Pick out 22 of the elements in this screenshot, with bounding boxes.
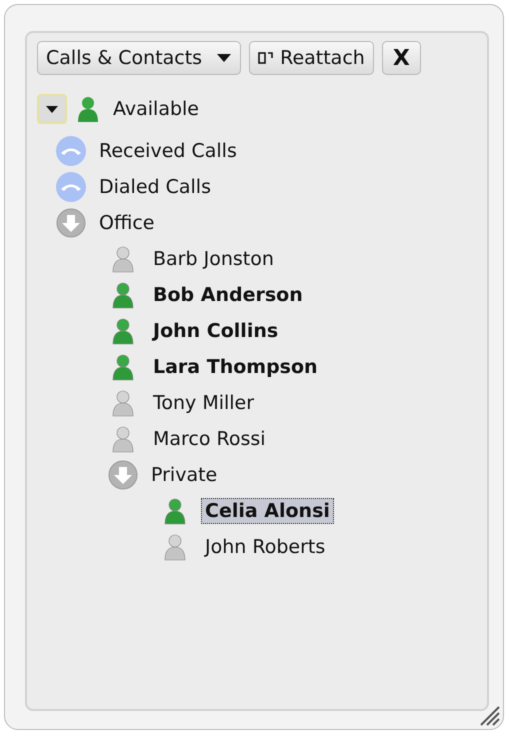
phone-icon [55, 136, 87, 166]
status-dropdown[interactable] [37, 94, 67, 124]
view-dropdown[interactable]: Calls & Contacts [37, 41, 242, 75]
tree-item[interactable]: John Roberts [201, 534, 330, 560]
caret-icon [45, 104, 59, 114]
tree-item[interactable]: Private [147, 462, 222, 488]
tree-item[interactable]: John Collins [149, 318, 282, 344]
tree-item[interactable]: Lara Thompson [149, 354, 322, 380]
tree-item[interactable]: Celia Alonsi [201, 498, 334, 524]
reattach-icon [258, 51, 274, 65]
reattach-button[interactable]: Reattach [249, 41, 374, 75]
tree-item[interactable]: Dialed Calls [95, 174, 215, 200]
tree-item[interactable]: Tony Miller [149, 390, 258, 416]
close-button[interactable]: X [382, 41, 421, 75]
tree-item[interactable]: Office [95, 210, 158, 236]
tree-item[interactable]: Bob Anderson [149, 282, 307, 308]
caret-icon [216, 53, 232, 63]
phone-icon [55, 172, 87, 202]
tree-item[interactable]: Barb Jonston [149, 246, 278, 272]
tree-item[interactable]: Marco Rossi [149, 426, 270, 452]
tree-item[interactable]: Received Calls [95, 138, 241, 164]
status-label: Available [112, 97, 200, 122]
